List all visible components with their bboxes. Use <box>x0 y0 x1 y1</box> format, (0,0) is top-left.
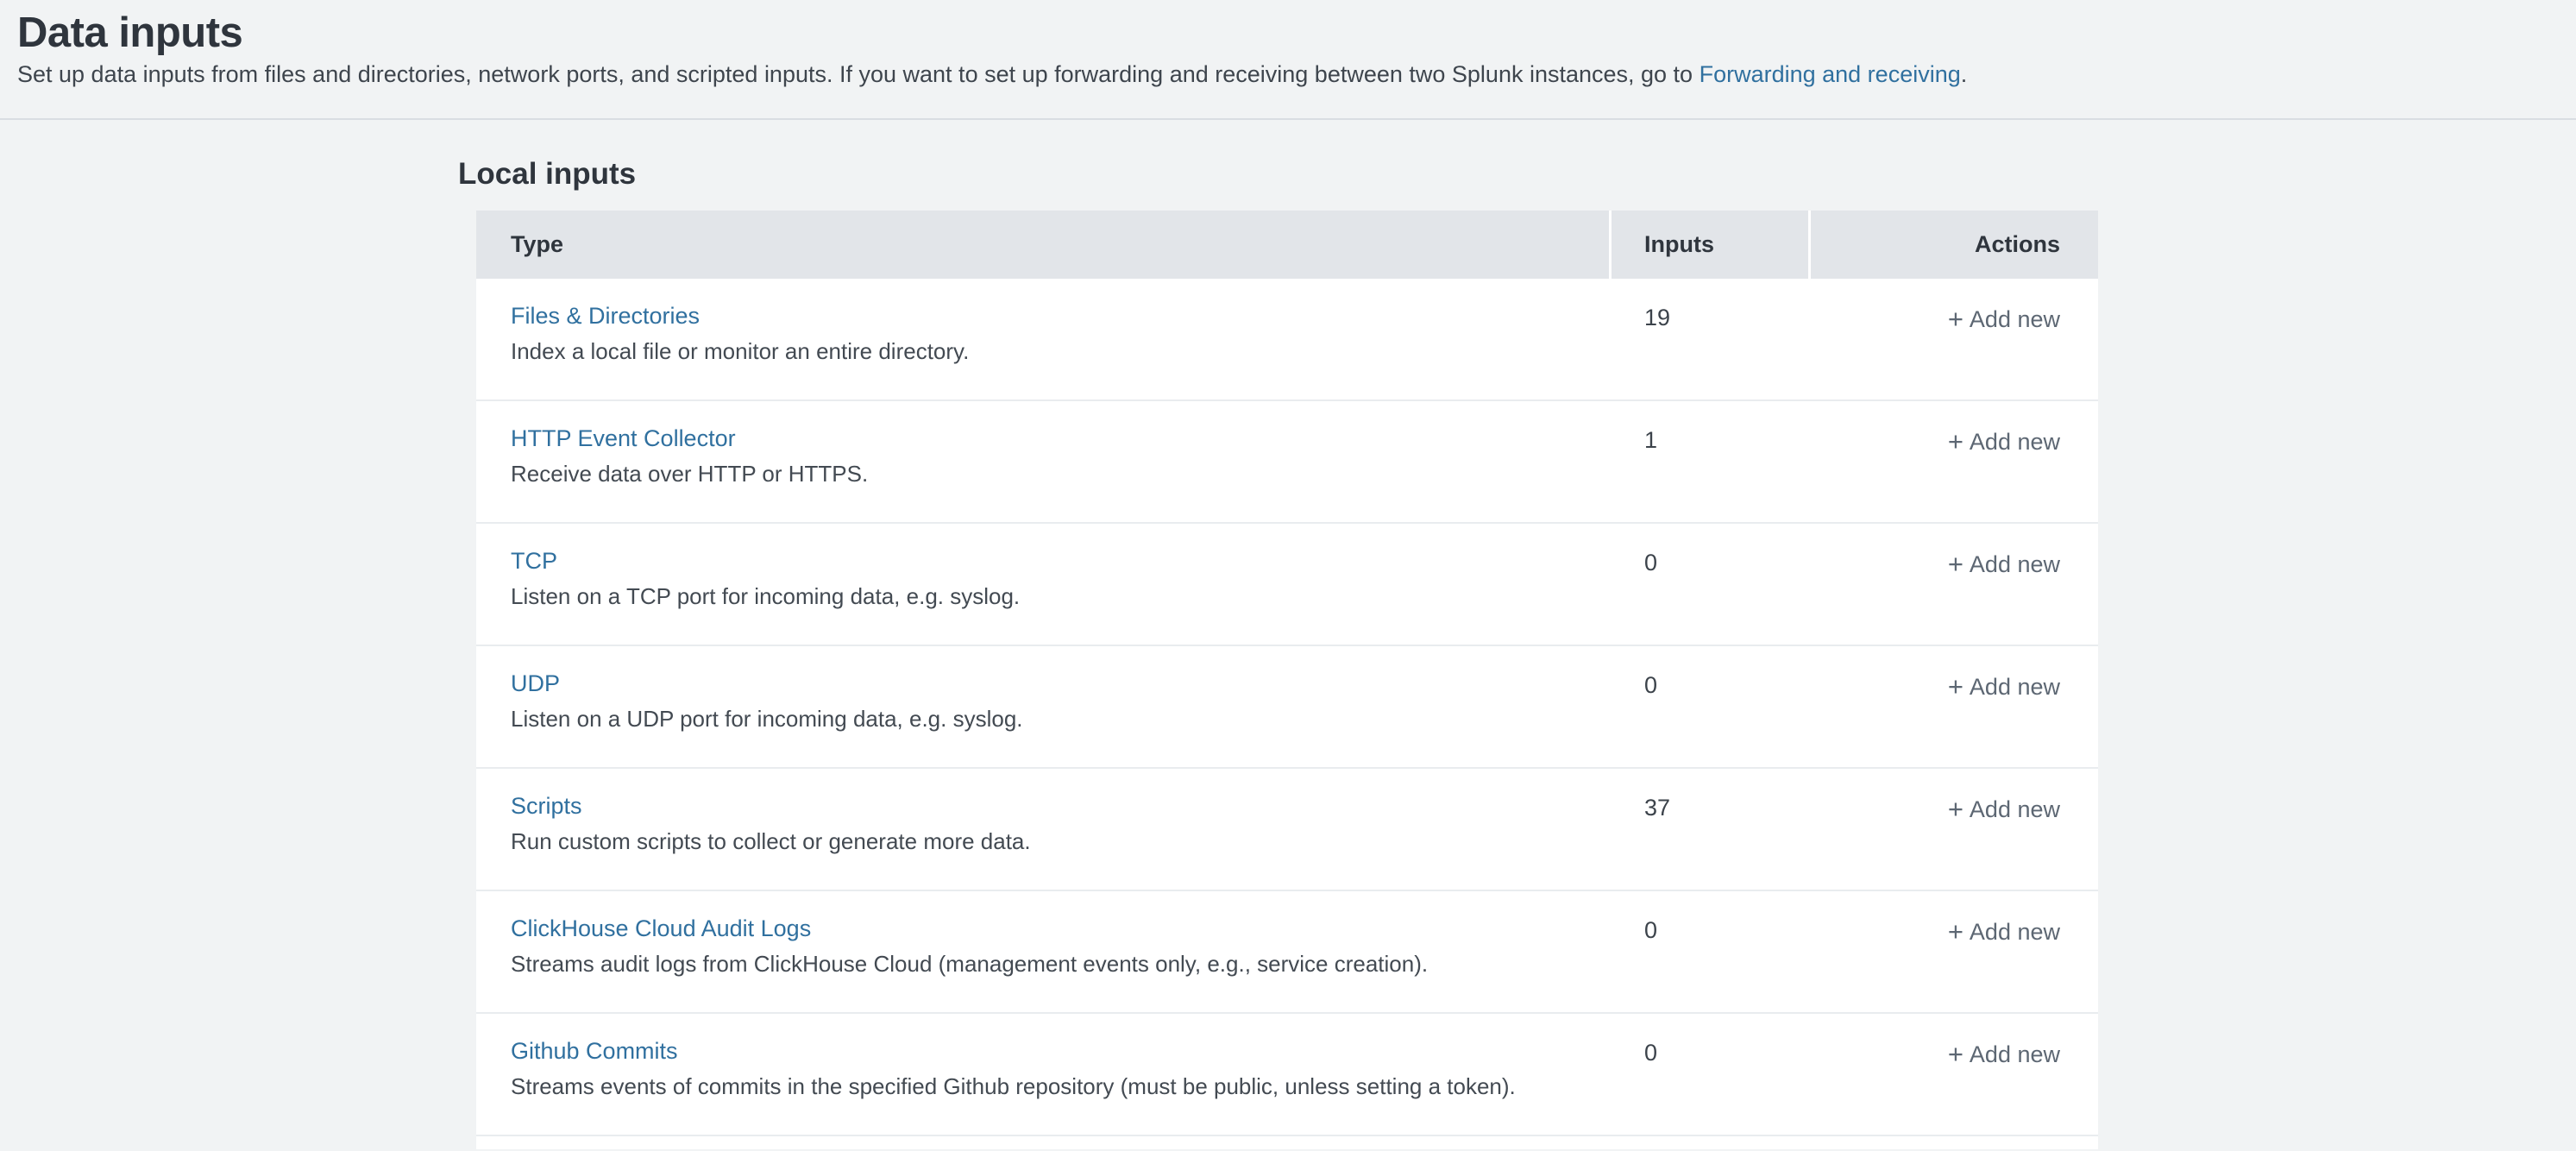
add-new-button[interactable]: + Add new <box>1948 551 2060 577</box>
add-new-label: Add new <box>1970 919 2060 945</box>
type-cell: Files & Directories Index a local file o… <box>476 279 1612 399</box>
column-header-inputs: Inputs <box>1612 211 1811 279</box>
add-new-button[interactable]: + Add new <box>1948 429 2060 455</box>
input-type-description: Listen on a UDP port for incoming data, … <box>511 705 1577 733</box>
table-row-udp: UDP Listen on a UDP port for incoming da… <box>476 646 2098 769</box>
inputs-count: 37 <box>1612 769 1811 890</box>
type-cell: Github Commits Streams events of commits… <box>476 1014 1612 1135</box>
input-type-link[interactable]: Github Commits <box>511 1036 678 1066</box>
plus-icon: + <box>1948 426 1963 456</box>
input-type-link[interactable]: Files & Directories <box>511 301 700 330</box>
table-row-clickhouse-cloud-audit-logs: ClickHouse Cloud Audit Logs Streams audi… <box>476 891 2098 1014</box>
input-type-description: Receive data over HTTP or HTTPS. <box>511 460 1577 487</box>
add-new-button[interactable]: + Add new <box>1948 919 2060 945</box>
input-type-link[interactable]: HTTP Event Collector <box>511 424 736 453</box>
add-new-label: Add new <box>1970 551 2060 577</box>
inputs-count: 19 <box>1612 279 1811 399</box>
inputs-count: 0 <box>1612 891 1811 1012</box>
add-new-button[interactable]: + Add new <box>1948 796 2060 822</box>
input-type-description: Index a local file or monitor an entire … <box>511 337 1577 365</box>
add-new-label: Add new <box>1970 1041 2060 1067</box>
plus-icon: + <box>1948 671 1963 701</box>
actions-cell: + Add new <box>1811 279 2098 399</box>
page-header: Data inputs Set up data inputs from file… <box>0 0 2576 120</box>
plus-icon: + <box>1948 794 1963 824</box>
table-row-github-commits: Github Commits Streams events of commits… <box>476 1014 2098 1136</box>
forwarding-and-receiving-link[interactable]: Forwarding and receiving <box>1700 61 1961 87</box>
add-new-label: Add new <box>1970 429 2060 455</box>
next-row-cutoff <box>476 1136 2098 1149</box>
input-type-description: Streams events of commits in the specifi… <box>511 1072 1577 1100</box>
plus-icon: + <box>1948 1039 1963 1069</box>
table-row-http-event-collector: HTTP Event Collector Receive data over H… <box>476 401 2098 524</box>
table-row-tcp: TCP Listen on a TCP port for incoming da… <box>476 524 2098 646</box>
input-type-description: Streams audit logs from ClickHouse Cloud… <box>511 950 1577 978</box>
main-content: Local inputs Type Inputs Actions Files &… <box>0 154 2576 1149</box>
table-row-files-directories: Files & Directories Index a local file o… <box>476 279 2098 401</box>
add-new-label: Add new <box>1970 674 2060 700</box>
add-new-label: Add new <box>1970 306 2060 332</box>
local-inputs-table: Type Inputs Actions Files & Directories … <box>476 211 2098 1149</box>
subtitle-period: . <box>1961 61 1968 87</box>
inputs-count: 0 <box>1612 524 1811 645</box>
type-cell: ClickHouse Cloud Audit Logs Streams audi… <box>476 891 1612 1012</box>
input-type-link[interactable]: TCP <box>511 546 557 576</box>
inputs-count: 0 <box>1612 1014 1811 1135</box>
input-type-link[interactable]: UDP <box>511 669 560 698</box>
page-title: Data inputs <box>17 9 2555 57</box>
plus-icon: + <box>1948 916 1963 947</box>
section-heading: Local inputs <box>458 154 2576 194</box>
plus-icon: + <box>1948 549 1963 579</box>
add-new-button[interactable]: + Add new <box>1948 306 2060 332</box>
add-new-label: Add new <box>1970 796 2060 822</box>
table-row-scripts: Scripts Run custom scripts to collect or… <box>476 769 2098 891</box>
table-header-row: Type Inputs Actions <box>476 211 2098 279</box>
type-cell: Scripts Run custom scripts to collect or… <box>476 769 1612 890</box>
input-type-link[interactable]: Scripts <box>511 791 582 821</box>
add-new-button[interactable]: + Add new <box>1948 1041 2060 1067</box>
input-type-link[interactable]: ClickHouse Cloud Audit Logs <box>511 914 811 943</box>
inputs-count: 1 <box>1612 401 1811 522</box>
plus-icon: + <box>1948 304 1963 334</box>
add-new-button[interactable]: + Add new <box>1948 674 2060 700</box>
inputs-count: 0 <box>1612 646 1811 767</box>
page-subtitle: Set up data inputs from files and direct… <box>17 61 2555 87</box>
actions-cell: + Add new <box>1811 401 2098 522</box>
actions-cell: + Add new <box>1811 524 2098 645</box>
type-cell: TCP Listen on a TCP port for incoming da… <box>476 524 1612 645</box>
actions-cell: + Add new <box>1811 646 2098 767</box>
input-type-description: Listen on a TCP port for incoming data, … <box>511 582 1577 610</box>
type-cell: UDP Listen on a UDP port for incoming da… <box>476 646 1612 767</box>
subtitle-text: Set up data inputs from files and direct… <box>17 61 1700 87</box>
actions-cell: + Add new <box>1811 769 2098 890</box>
column-header-actions: Actions <box>1811 211 2098 279</box>
actions-cell: + Add new <box>1811 891 2098 1012</box>
actions-cell: + Add new <box>1811 1014 2098 1135</box>
column-header-type: Type <box>476 211 1612 279</box>
type-cell: HTTP Event Collector Receive data over H… <box>476 401 1612 522</box>
input-type-description: Run custom scripts to collect or generat… <box>511 827 1577 855</box>
